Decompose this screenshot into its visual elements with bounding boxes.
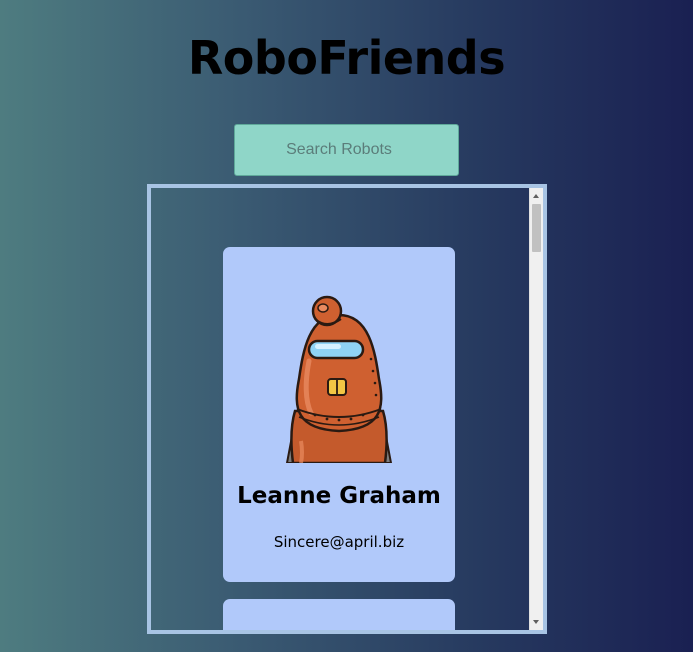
robot-list-scroll-container[interactable]: Leanne Graham Sincere@april.biz: [147, 184, 547, 634]
robot-name: Leanne Graham: [237, 483, 441, 509]
robot-avatar-icon: [285, 295, 393, 463]
robot-email: Sincere@april.biz: [273, 533, 405, 551]
app-title: RoboFriends: [187, 31, 506, 85]
vertical-scrollbar[interactable]: [529, 188, 543, 630]
scrollbar-thumb[interactable]: [532, 204, 541, 252]
scroll-up-arrow-icon[interactable]: [533, 194, 539, 198]
scroll-down-arrow-icon[interactable]: [533, 620, 539, 624]
robot-card: [223, 599, 455, 630]
card-list: Leanne Graham Sincere@april.biz: [151, 188, 529, 630]
search-robots-input[interactable]: [234, 124, 459, 176]
robot-card: Leanne Graham Sincere@april.biz: [223, 247, 455, 582]
